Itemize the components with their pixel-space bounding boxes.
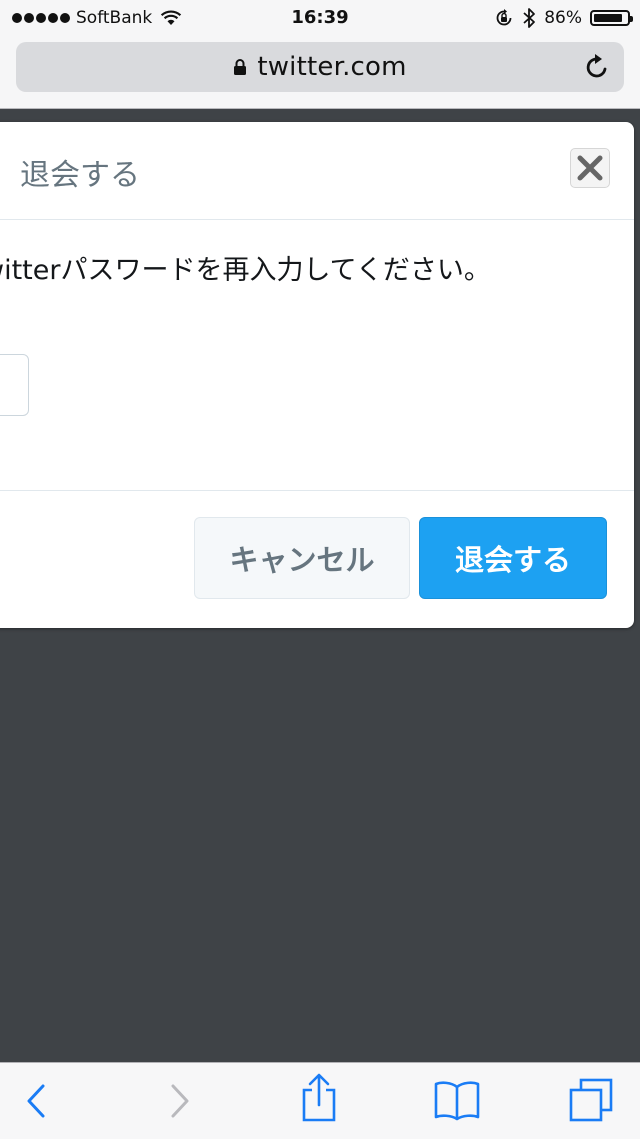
- back-icon[interactable]: [24, 1083, 48, 1119]
- status-right: 86%: [494, 7, 633, 29]
- forward-icon[interactable]: [168, 1083, 192, 1119]
- battery-icon: [590, 10, 633, 26]
- deactivate-dialog: 退会する witterパスワードを再入力してください。 キャンセル 退会する: [0, 122, 634, 628]
- password-input[interactable]: [0, 354, 29, 416]
- reload-icon[interactable]: [584, 53, 610, 81]
- deactivate-button[interactable]: 退会する: [419, 517, 607, 599]
- bluetooth-icon: [523, 8, 536, 28]
- cancel-button[interactable]: キャンセル: [194, 517, 410, 599]
- orientation-lock-icon: [496, 9, 512, 26]
- status-bar: SoftBank 16:39 86%: [0, 0, 640, 36]
- close-icon: [577, 155, 603, 181]
- tabs-icon[interactable]: [568, 1077, 614, 1123]
- battery-fill: [594, 14, 622, 22]
- browser-bottom-toolbar: [0, 1062, 640, 1139]
- footer-divider: [0, 490, 634, 491]
- battery-percentage: 86%: [544, 8, 582, 28]
- share-icon[interactable]: [300, 1073, 338, 1123]
- dialog-title: 退会する: [20, 158, 140, 193]
- browser-top-chrome: SoftBank 16:39 86% twitter.com: [0, 0, 640, 109]
- password-prompt: witterパスワードを再入力してください。: [0, 255, 491, 286]
- header-divider: [0, 219, 634, 220]
- close-button[interactable]: [570, 148, 610, 188]
- bookmarks-icon[interactable]: [433, 1079, 481, 1121]
- lock-icon: [234, 59, 247, 75]
- address-bar[interactable]: twitter.com: [16, 42, 624, 92]
- url-text: twitter.com: [257, 52, 407, 82]
